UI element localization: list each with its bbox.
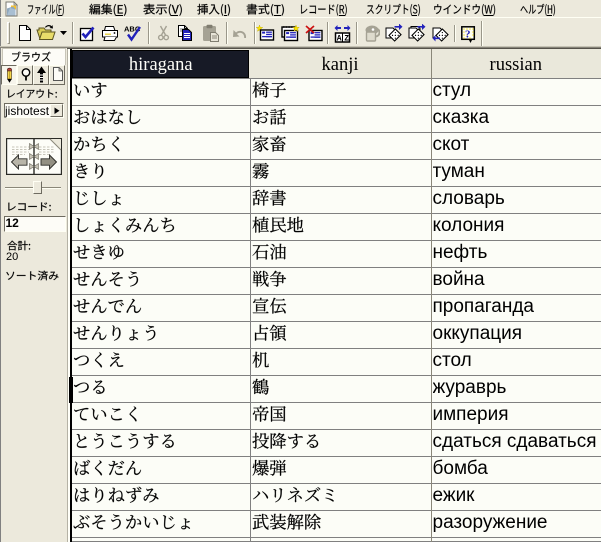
svg-text:Z: Z [344, 35, 349, 44]
svg-text:A: A [337, 35, 342, 44]
svg-text:?: ? [465, 29, 471, 41]
